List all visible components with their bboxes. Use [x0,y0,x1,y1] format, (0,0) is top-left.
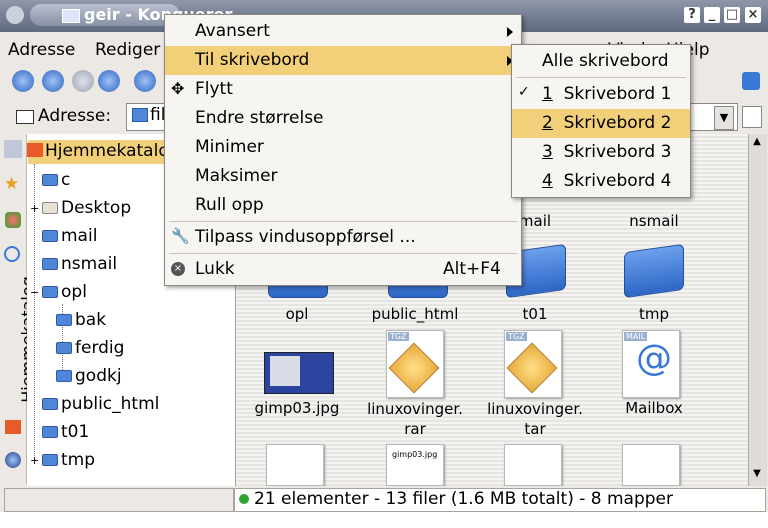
tree-item-c[interactable]: c [42,170,70,190]
menu-item-rull-opp[interactable]: Rull opp [165,191,521,220]
menu-separator [169,221,517,222]
tree-item-t01[interactable]: t01 [42,422,89,442]
services-icon[interactable] [5,212,21,228]
archive-badge: TGZ [388,332,409,341]
close-button[interactable]: × [745,7,761,23]
history-clock-icon[interactable] [4,246,20,262]
window-operations-menu: Avansert Til skrivebord ✥ Flytt Endre st… [164,14,522,286]
tree-item-nsmail[interactable]: nsmail [42,254,117,274]
archive-badge: TGZ [506,332,527,341]
document-icon[interactable] [622,444,680,486]
scroll-down-icon[interactable]: ▼ [749,468,765,482]
archive-icon[interactable] [504,444,562,486]
file-label[interactable]: tmp [594,305,714,323]
status-indicator-icon [239,494,249,504]
menu-item-lukk[interactable]: × Lukk Alt+F4 [165,255,521,284]
collapse-icon[interactable]: − [30,286,39,299]
home-icon[interactable] [5,420,21,434]
file-label[interactable]: t01 [475,305,595,323]
menu-adresse[interactable]: Adresse [8,40,75,60]
menu-item-skrivebord-2[interactable]: 2 Skrivebord 2 [512,109,690,138]
menu-item-alle-skrivebord[interactable]: Alle skrivebord [512,47,690,76]
menu-item-avansert[interactable]: Avansert [165,17,521,46]
home-icon [27,143,43,157]
folder-icon [132,108,148,122]
menu-item-til-skrivebord[interactable]: Til skrivebord [165,46,521,75]
file-label[interactable]: linuxovinger. rar [355,399,475,439]
tree-item-ferdig[interactable]: ferdig [56,338,124,358]
menu-separator [169,253,517,254]
folder-icon [62,9,80,23]
tree-item-public-html[interactable]: public_html [42,394,159,414]
wrench-icon: 🔧 [171,227,190,245]
menu-item-minimer[interactable]: Minimer [165,133,521,162]
thumbnail-caption: gimp03.jpg [392,450,438,459]
help-button[interactable]: ? [684,7,700,23]
file-label[interactable]: opl [237,305,357,323]
sidebar-config-icon[interactable] [4,140,22,158]
back-arrow-icon[interactable] [42,70,64,92]
bookmarks-star-icon[interactable]: ★ [4,174,19,194]
shortcut-lukk: Alt+F4 [443,259,501,279]
address-label: Adresse: [38,106,112,126]
address-dropdown-button[interactable]: ▼ [714,106,734,130]
document-icon[interactable] [266,444,324,486]
network-icon[interactable] [5,452,21,468]
menu-separator [516,77,686,78]
menu-item-skrivebord-1[interactable]: ✓ 1 Skrivebord 1 [512,80,690,109]
file-label[interactable]: Mailbox [594,399,714,417]
move-icon: ✥ [171,79,185,98]
file-label[interactable]: gimp03.jpg [237,399,357,417]
tree-item-tmp[interactable]: tmp [42,450,95,470]
scroll-up-icon[interactable]: ▲ [749,136,765,150]
expand-icon[interactable]: + [30,454,39,467]
home-icon[interactable] [98,70,120,92]
menu-item-skrivebord-4[interactable]: 4 Skrivebord 4 [512,167,690,196]
tree-item-root[interactable]: Hjemmekatalog [45,141,180,161]
menu-rediger[interactable]: Rediger [95,40,160,60]
file-label[interactable]: linuxovinger. tar [475,399,595,439]
tree-item-desktop[interactable]: Desktop [42,198,131,218]
menu-item-skrivebord-3[interactable]: 3 Skrivebord 3 [512,138,690,167]
expand-icon[interactable]: + [30,202,39,215]
tree-item-mail[interactable]: mail [42,226,97,246]
forward-arrow-icon[interactable] [72,70,94,92]
at-sign-icon: @ [636,338,672,379]
folder-icon[interactable] [624,243,684,299]
menu-item-maksimer[interactable]: Maksimer [165,162,521,191]
window-menu-button[interactable] [6,6,24,24]
up-arrow-icon[interactable] [12,70,34,92]
status-left-panel [4,488,234,512]
tree-item-godkj[interactable]: godkj [56,366,122,386]
desktop-submenu: Alle skrivebord ✓ 1 Skrivebord 1 2 Skriv… [511,44,691,198]
tree-item-opl[interactable]: opl [42,282,87,302]
file-label[interactable]: public_html [355,305,475,323]
reload-icon[interactable] [134,70,156,92]
menu-item-endre-storrelse[interactable]: Endre størrelse [165,104,521,133]
tree-item-bak[interactable]: bak [56,310,106,330]
status-text: 21 elementer - 13 filer (1.6 MB totalt) … [254,489,673,509]
go-button[interactable] [742,106,762,128]
maximize-button[interactable]: □ [724,7,740,23]
vertical-scrollbar[interactable] [748,134,767,486]
checkmark-icon: ✓ [518,84,530,100]
thumbnail-detail [270,356,300,386]
close-icon: × [171,262,185,276]
gear-icon[interactable] [742,72,760,90]
menu-item-flytt[interactable]: ✥ Flytt [165,75,521,104]
menu-item-tilpass[interactable]: 🔧 Tilpass vindusoppførsel ... [165,223,521,252]
minimize-button[interactable]: _ [704,7,720,23]
desktop-strip [0,512,768,528]
clear-address-icon[interactable] [16,110,34,124]
file-label[interactable]: nsmail [594,212,714,230]
